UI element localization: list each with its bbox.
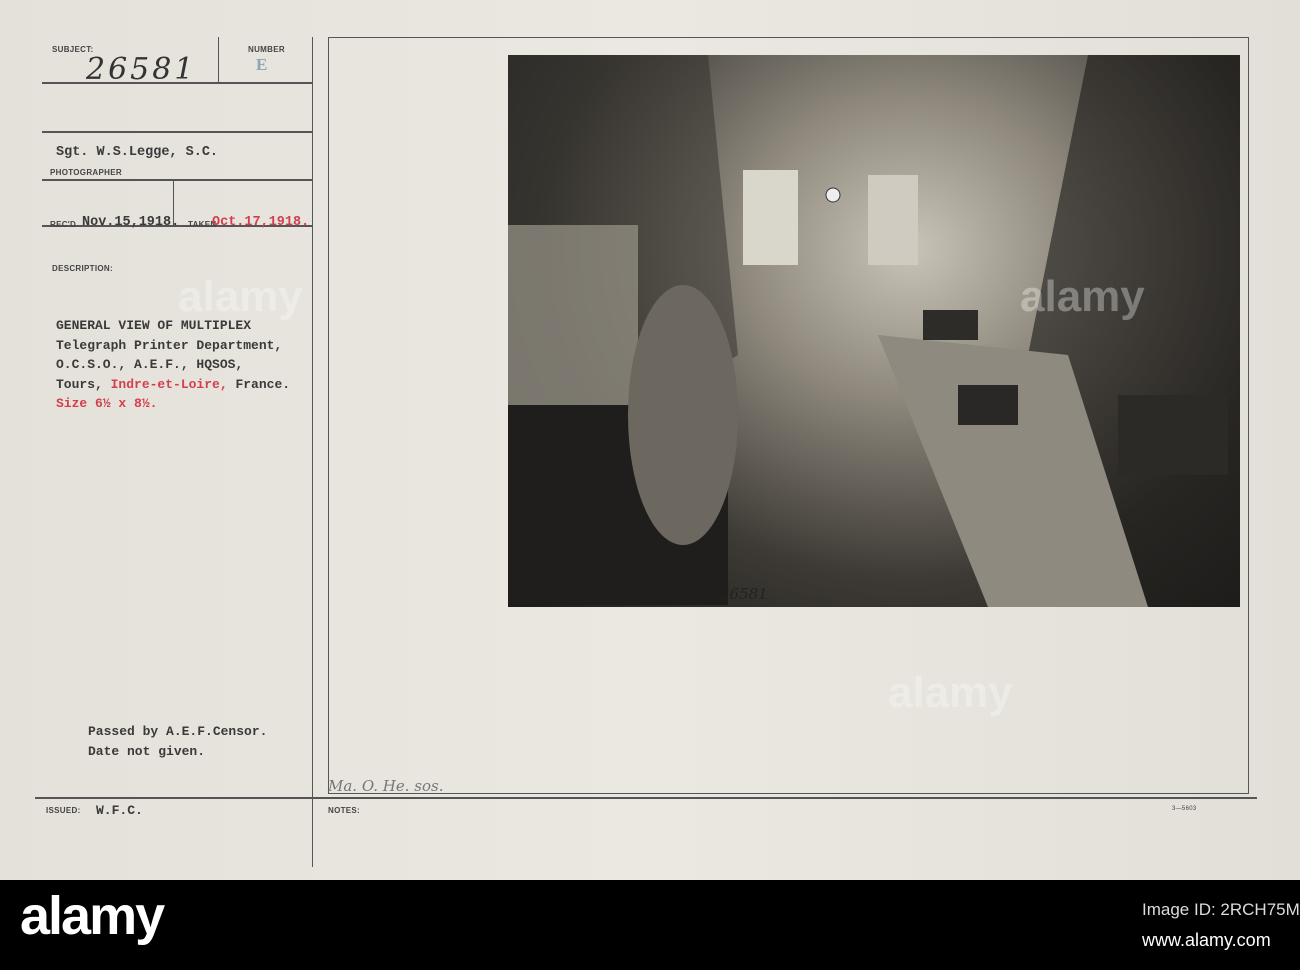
photographer-name: Sgt. W.S.Legge, S.C. xyxy=(56,145,219,160)
divider xyxy=(218,37,219,82)
issued-label: ISSUED: xyxy=(46,806,81,815)
divider xyxy=(42,179,312,181)
notes-label: NOTES: xyxy=(328,806,361,815)
image-id: Image ID: 2RCH75M xyxy=(1142,900,1300,919)
site-url: www.alamy.com xyxy=(1142,930,1271,950)
text-region: Indre-et-Loire, xyxy=(110,376,228,392)
censor-note: Passed by A.E.F.Censor. Date not given. xyxy=(88,722,267,761)
issued-value: W.F.C. xyxy=(96,803,143,818)
subject-number: 26581 xyxy=(86,52,197,87)
size-text: Size 6½ x 8½. xyxy=(56,396,158,411)
censor-line: Passed by A.E.F.Censor. xyxy=(88,724,268,739)
number-label: NUMBER xyxy=(248,45,285,54)
recd-label: REC'D xyxy=(50,220,77,229)
photo-scene xyxy=(508,55,1240,607)
photograph: 26581 xyxy=(508,55,1240,607)
watermark-logo: alamy xyxy=(888,668,1013,717)
watermark-logo: alamy xyxy=(1020,272,1145,321)
photo-caption: 26581 xyxy=(720,585,768,603)
number-stamp: E xyxy=(256,55,268,74)
description-line: Telegraph Printer Department, xyxy=(56,337,283,353)
notes-handwriting: Ma. O. He. sos. xyxy=(328,777,444,795)
description-label: DESCRIPTION: xyxy=(52,264,113,273)
divider xyxy=(42,131,312,133)
alamy-logo: alamy xyxy=(20,886,165,946)
column-divider xyxy=(312,37,313,867)
notes-divider xyxy=(35,797,1257,799)
censor-line: Date not given. xyxy=(88,743,206,759)
photographer-label: PHOTOGRAPHER xyxy=(50,168,122,177)
description: GENERAL VIEW OF MULTIPLEX Telegraph Prin… xyxy=(56,316,290,414)
watermark-logo: alamy xyxy=(178,272,303,321)
watermark-band xyxy=(0,880,1300,970)
recd-date: Nov.15,1918. xyxy=(82,215,180,230)
text-country: France. xyxy=(227,376,291,392)
form-number: 3—5603 xyxy=(1172,806,1197,812)
description-line: Tours, Indre-et-Loire, France. xyxy=(56,375,290,395)
description-line: O.C.S.O., A.E.F., HQSOS, xyxy=(56,357,244,372)
text-tours: Tours, xyxy=(56,376,111,392)
taken-date: Oct.17,1918. xyxy=(212,215,310,230)
